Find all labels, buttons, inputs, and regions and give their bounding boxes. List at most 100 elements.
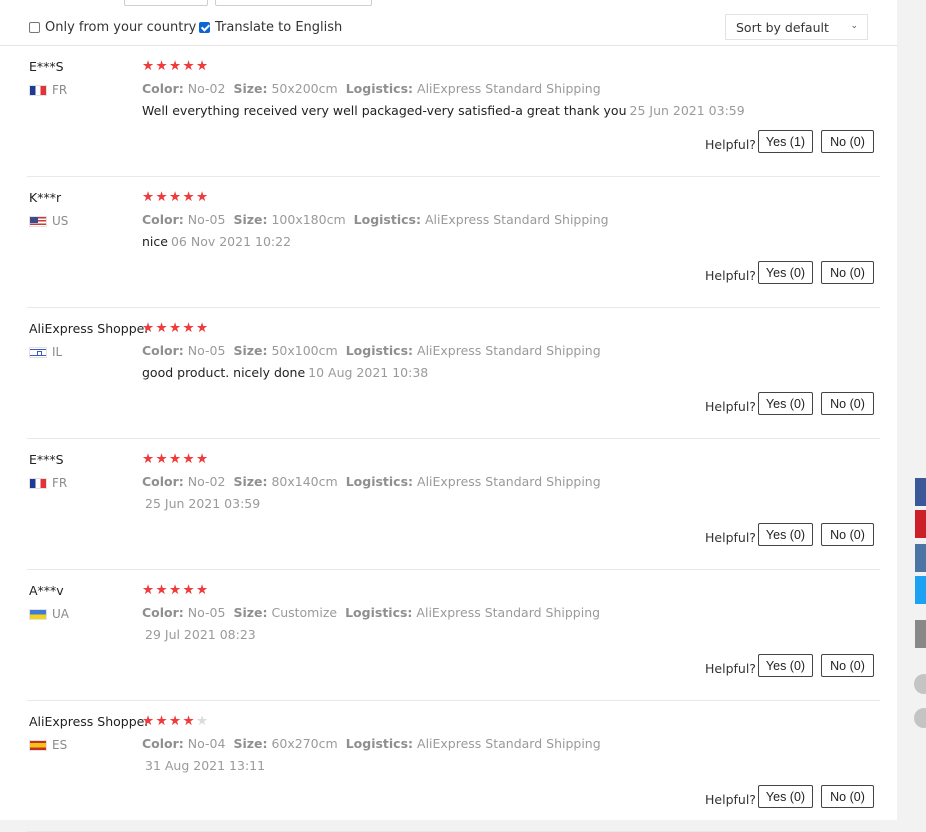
only-country-filter[interactable]: Only from your country (29, 20, 196, 35)
reviewer-name: AliExpress Shopper (29, 321, 150, 336)
helpful-yes-button[interactable]: Yes (0) (758, 523, 813, 546)
logistics-value: AliExpress Standard Shipping (417, 474, 601, 489)
star-icon: ★ (196, 582, 209, 598)
review-date: 25 Jun 2021 03:59 (629, 103, 745, 118)
review-item: AliExpress Shopper IL ★ ★ ★ ★ ★ Color: No-05 Siz… (27, 307, 880, 439)
size-label: Size: (233, 605, 268, 620)
translate-filter[interactable]: Translate to English (199, 20, 342, 35)
review-text: Well everything received very well packa… (142, 103, 627, 118)
review-date: 31 Aug 2021 13:11 (145, 758, 266, 773)
color-value: No-02 (187, 474, 226, 489)
star-icon: ★ (155, 189, 168, 205)
color-value: No-05 (187, 212, 226, 227)
color-value: No-05 (187, 343, 226, 358)
review-meta: Color: No-02 Size: 80x140cm Logistics: Ali… (142, 474, 601, 489)
flag-icon (29, 84, 47, 96)
review-content: nice 06 Nov 2021 10:22 (142, 234, 291, 249)
helpful-yes-button[interactable]: Yes (0) (758, 392, 813, 415)
helpful-yes-button[interactable]: Yes (1) (758, 130, 813, 153)
translate-checkbox[interactable] (199, 22, 210, 33)
reviewer-country: FR (29, 476, 67, 490)
facebook-share-icon[interactable] (915, 478, 926, 506)
star-icon: ★ (196, 320, 209, 336)
review-item: AliExpress Shopper ES ★ ★ ★ ★ ★ Color: No-04 Siz… (27, 700, 880, 832)
star-icon: ★ (169, 451, 182, 467)
star-rating: ★ ★ ★ ★ ★ (142, 582, 210, 598)
review-content: good product. nicely done 10 Aug 2021 10:… (142, 365, 428, 380)
star-icon: ★ (196, 189, 209, 205)
review-date: 06 Nov 2021 10:22 (170, 234, 292, 249)
star-icon: ★ (169, 58, 182, 74)
country-code: FR (52, 476, 68, 490)
helpful-label: Helpful? (705, 268, 756, 283)
scroll-down-icon[interactable] (914, 708, 926, 728)
reviewer-country: US (29, 214, 68, 228)
star-icon: ★ (196, 713, 209, 729)
only-country-checkbox[interactable] (29, 22, 40, 33)
reviewer-country: UA (29, 607, 69, 621)
more-share-icon[interactable] (915, 620, 926, 648)
helpful-yes-button[interactable]: Yes (0) (758, 261, 813, 284)
review-content: 31 Aug 2021 13:11 (142, 758, 265, 773)
size-value: 100x180cm (271, 212, 346, 227)
pinterest-share-icon[interactable] (915, 510, 926, 538)
star-rating: ★ ★ ★ ★ ★ (142, 451, 210, 467)
star-icon: ★ (155, 320, 168, 336)
review-date: 10 Aug 2021 10:38 (308, 365, 429, 380)
helpful-yes-button[interactable]: Yes (0) (758, 654, 813, 677)
color-value: No-04 (187, 736, 226, 751)
helpful-label: Helpful? (705, 661, 756, 676)
scroll-up-icon[interactable] (914, 674, 926, 694)
translate-label: Translate to English (215, 20, 343, 35)
size-label: Size: (233, 474, 268, 489)
twitter-share-icon[interactable] (915, 576, 926, 604)
star-rating: ★ ★ ★ ★ ★ (142, 189, 210, 205)
helpful-no-button[interactable]: No (0) (821, 523, 874, 546)
logistics-value: AliExpress Standard Shipping (416, 605, 601, 620)
review-content: 25 Jun 2021 03:59 (142, 496, 260, 511)
review-content: 29 Jul 2021 08:23 (142, 627, 256, 642)
flag-icon (29, 477, 47, 489)
helpful-no-button[interactable]: No (0) (821, 654, 874, 677)
star-icon: ★ (196, 58, 209, 74)
helpful-yes-button[interactable]: Yes (0) (758, 785, 813, 808)
country-code: ES (52, 738, 68, 752)
size-label: Size: (233, 81, 268, 96)
star-icon: ★ (182, 582, 195, 598)
logistics-value: AliExpress Standard Shipping (417, 343, 601, 358)
sort-select[interactable]: Sort by default ⌄ (725, 14, 868, 40)
flag-icon (29, 608, 47, 620)
reviewer-name: AliExpress Shopper (29, 714, 150, 729)
size-label: Size: (233, 212, 268, 227)
country-code: FR (52, 83, 68, 97)
size-value: Customize (271, 605, 338, 620)
reviewer-name: E***S (29, 452, 64, 467)
logistics-value: AliExpress Standard Shipping (417, 736, 601, 751)
review-text: good product. nicely done (142, 365, 306, 380)
star-icon: ★ (155, 451, 168, 467)
reviewer-name: K***r (29, 190, 62, 205)
size-value: 80x140cm (271, 474, 338, 489)
flag-icon (29, 739, 47, 751)
reviewer-country: IL (29, 345, 62, 359)
review-meta: Color: No-04 Size: 60x270cm Logistics: Ali… (142, 736, 601, 751)
color-label: Color: (142, 736, 184, 751)
helpful-no-button[interactable]: No (0) (821, 392, 874, 415)
size-value: 60x270cm (271, 736, 338, 751)
reviewer-country: FR (29, 83, 67, 97)
review-item: A***v UA ★ ★ ★ ★ ★ Color: No-05 Size: Customize L… (27, 569, 880, 701)
star-icon: ★ (142, 451, 155, 467)
star-icon: ★ (169, 320, 182, 336)
flag-icon (29, 215, 47, 227)
review-meta: Color: No-02 Size: 50x200cm Logistics: Ali… (142, 81, 601, 96)
review-date: 25 Jun 2021 03:59 (145, 496, 261, 511)
star-icon: ★ (142, 58, 155, 74)
helpful-label: Helpful? (705, 137, 756, 152)
star-icon: ★ (142, 189, 155, 205)
review-content: Well everything received very well packa… (142, 103, 745, 118)
helpful-no-button[interactable]: No (0) (821, 785, 874, 808)
helpful-label: Helpful? (705, 399, 756, 414)
helpful-no-button[interactable]: No (0) (821, 261, 874, 284)
vk-share-icon[interactable] (915, 544, 926, 572)
helpful-no-button[interactable]: No (0) (821, 130, 874, 153)
